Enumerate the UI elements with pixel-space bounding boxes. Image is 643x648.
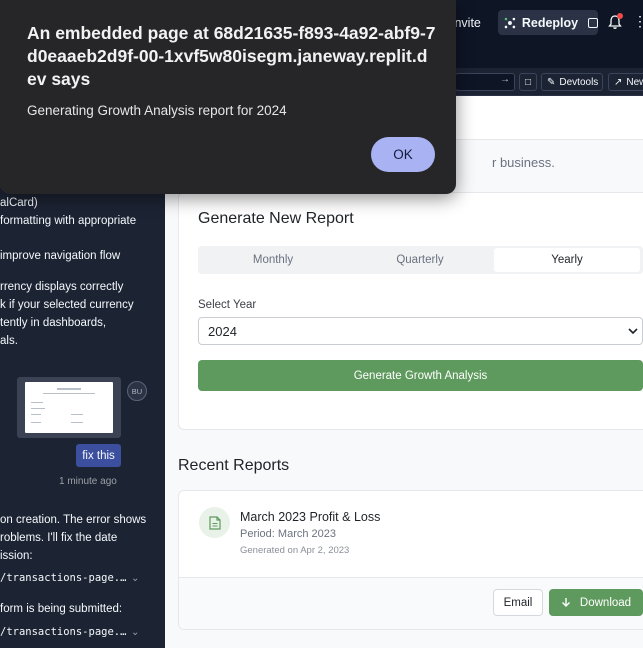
download-button[interactable]: Download [549, 589, 643, 616]
new-tab-button[interactable]: ↗ New [608, 73, 643, 91]
chat-text-fragment: tently in dashboards, [0, 317, 107, 329]
period-selector: Monthly Quarterly Yearly [198, 246, 643, 274]
chat-text-fragment: k if your selected currency [0, 299, 134, 311]
report-period: Period: March 2023 [240, 528, 336, 540]
generate-analysis-button[interactable]: Generate Growth Analysis [198, 360, 643, 391]
devtools-label: Devtools [559, 76, 599, 88]
chat-text-fragment: rrency displays correctly [0, 281, 124, 293]
arrow-right-icon[interactable]: → [500, 74, 510, 85]
invite-button[interactable]: Invite [451, 10, 493, 35]
agent-reply-line: ission: [0, 550, 33, 562]
deploy-icon [504, 17, 516, 28]
report-actions: Email Download [179, 577, 643, 629]
redeploy-label: Redeploy [521, 15, 579, 30]
chevron-down-icon[interactable]: ⌄ [131, 627, 139, 638]
notification-dot [617, 13, 623, 19]
ok-button[interactable]: OK [371, 137, 435, 172]
avatar: BU [127, 381, 147, 401]
more-options-icon[interactable]: ⋮ [633, 14, 643, 28]
message-timestamp: 1 minute ago [59, 476, 117, 487]
download-label: Download [579, 596, 632, 609]
document-icon [199, 507, 230, 538]
chat-text-fragment: improve navigation flow [0, 250, 121, 262]
message-icon: □ [524, 76, 532, 88]
wrench-icon: ✎ [547, 76, 556, 88]
chat-text-fragment: alCard) [0, 197, 38, 209]
user-message-bubble: fix this [76, 444, 121, 467]
chevron-down-icon[interactable]: ⌄ [131, 573, 139, 584]
recent-reports-title: Recent Reports [178, 457, 290, 474]
page-subtitle: r business. [492, 155, 555, 170]
report-generated-date: Generated on Apr 2, 2023 [240, 545, 350, 556]
agent-reply-line: roblems. I'll fix the date [0, 532, 118, 544]
redeploy-button[interactable]: Redeploy [498, 10, 598, 35]
report-title: March 2023 Profit & Loss [240, 510, 381, 524]
new-tab-label: New [626, 76, 643, 88]
tab-quarterly[interactable]: Quarterly [347, 248, 493, 272]
agent-reply-line: on creation. The error shows [0, 514, 147, 526]
devtools-button[interactable]: ✎ Devtools [541, 73, 603, 91]
chat-text-fragment: formatting with appropriate [0, 215, 137, 227]
email-button[interactable]: Email [493, 589, 543, 616]
window-icon [588, 17, 598, 28]
tab-monthly[interactable]: Monthly [200, 248, 346, 272]
report-card: March 2023 Profit & Loss Period: March 2… [178, 490, 643, 630]
chat-toggle-button[interactable]: □ [519, 73, 537, 91]
chevron-down-icon [628, 328, 638, 335]
agent-reply-line: form is being submitted: [0, 603, 123, 615]
year-value: 2024 [208, 323, 237, 339]
year-label: Select Year [198, 299, 257, 311]
generate-report-card: Generate New Report Monthly Quarterly Ye… [178, 192, 643, 430]
screenshot-attachment-thumbnail[interactable] [17, 377, 121, 438]
file-link[interactable]: /transactions-page.… [0, 626, 126, 638]
alert-dialog: An embedded page at 68d21635-f893-4a92-a… [0, 0, 456, 194]
dialog-message: Generating Growth Analysis report for 20… [27, 103, 287, 118]
card-title: Generate New Report [198, 210, 354, 227]
file-link[interactable]: /transactions-page.… [0, 572, 126, 584]
download-icon [561, 598, 570, 607]
external-link-icon: ↗ [614, 76, 623, 88]
tab-yearly[interactable]: Yearly [494, 248, 640, 272]
thumbnail-preview [25, 382, 113, 433]
chat-text-fragment: als. [0, 335, 18, 347]
dialog-title: An embedded page at 68d21635-f893-4a92-a… [27, 23, 436, 89]
year-select[interactable]: 2024 [198, 317, 643, 345]
